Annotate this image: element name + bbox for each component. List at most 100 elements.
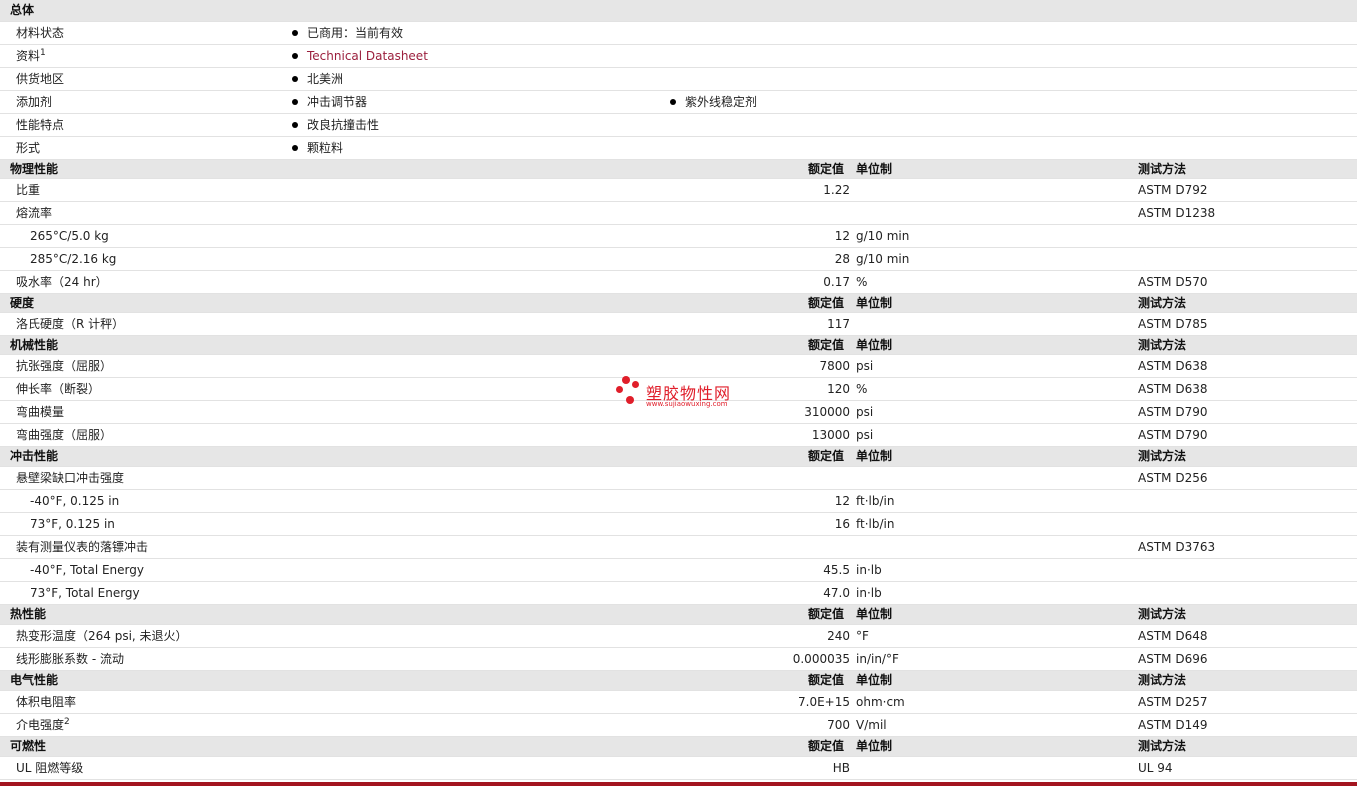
table-row: 资料1 Technical Datasheet [0,45,1357,68]
column-header-unit: 单位制 [856,607,893,621]
column-header-value: 额定值 [808,607,845,621]
property-value: 45.5 [823,563,850,577]
property-label-text: 285°C/2.16 kg [30,252,117,266]
table-row: -40°F, 0.125 in 12 ft·lb/in [0,490,1357,513]
table-row: 73°F, 0.125 in 16 ft·lb/in [0,513,1357,536]
section-title: 总体 [10,3,35,17]
bullet-icon [292,99,298,105]
column-header-unit: 单位制 [856,338,893,352]
property-label: 285°C/2.16 kg [30,248,116,270]
property-label: 资料1 [16,45,46,67]
property-unit: % [856,275,868,289]
property-label-text: 吸水率（24 hr） [16,275,108,289]
property-value[interactable]: Technical Datasheet [292,45,428,67]
property-label: -40°F, Total Energy [30,559,144,581]
property-value: 0.000035 [792,652,850,666]
property-label: 抗张强度（屈服） [16,355,112,377]
test-method: ASTM D1238 [1138,206,1216,220]
table-row: 285°C/2.16 kg 28 g/10 min [0,248,1357,271]
footnote-marker[interactable]: 1 [40,48,46,58]
table-row: 吸水率（24 hr） 0.17% ASTM D570 [0,271,1357,294]
property-label-text: 材料状态 [16,26,65,40]
test-method: ASTM D648 [1138,629,1208,643]
property-label-text: 装有测量仪表的落镖冲击 [16,540,149,554]
section-header: 热性能 额定值 单位制 测试方法 [0,605,1357,625]
watermark-url: www.sujiaowuxing.com [646,400,728,408]
property-label-text: 73°F, Total Energy [30,586,140,600]
property-label: 体积电阻率 [16,691,76,713]
property-unit: g/10 min [856,252,910,266]
property-value: 改良抗撞击性 [292,114,379,136]
table-row: 抗张强度（屈服） 7800 psi ASTM D638 [0,355,1357,378]
section-title: 冲击性能 [10,449,59,463]
table-row: 性能特点 改良抗撞击性 [0,114,1357,137]
property-label: 装有测量仪表的落镖冲击 [16,536,148,558]
property-label-text: 热变形温度（264 psi, 未退火） [16,629,188,643]
section-title: 电气性能 [10,673,59,687]
property-value: 7800 [819,359,850,373]
table-row: 供货地区 北美洲 [0,68,1357,91]
property-label: 弯曲强度（屈服） [16,424,112,446]
table-row: 熔流率 ASTM D1238 [0,202,1357,225]
property-value-text: 已商用：当前有效 [307,26,404,40]
table-row: 洛氏硬度（R 计秤） 117 ASTM D785 [0,313,1357,336]
property-label-text: 供货地区 [16,72,65,86]
table-row: 热变形温度（264 psi, 未退火） 240 °F ASTM D648 [0,625,1357,648]
column-header-value: 额定值 [808,296,845,310]
test-method: ASTM D570 [1138,275,1208,289]
property-label-text: 弯曲模量 [16,405,65,419]
test-method: ASTM D256 [1138,471,1208,485]
bottom-bar [0,782,1357,786]
property-unit: psi [856,405,874,419]
section-header: 硬度 额定值 单位制 测试方法 [0,294,1357,313]
bullet-icon [292,53,298,59]
column-header-test: 测试方法 [1138,162,1187,176]
section-title: 可燃性 [10,739,47,753]
table-row: 弯曲强度（屈服） 13000 psi ASTM D790 [0,424,1357,447]
property-unit: °F [856,629,869,643]
property-label: -40°F, 0.125 in [30,490,119,512]
property-value: 117 [827,317,850,331]
column-header-test: 测试方法 [1138,449,1187,463]
property-unit: ohm·cm [856,695,905,709]
property-label: 吸水率（24 hr） [16,271,108,293]
property-unit: psi [856,359,874,373]
footnote-marker[interactable]: 2 [64,717,70,727]
column-header-unit: 单位制 [856,449,893,463]
section-title: 硬度 [10,296,35,310]
test-method: ASTM D790 [1138,428,1208,442]
datasheet-link[interactable]: Technical Datasheet [307,49,428,63]
property-value: 47.0 [823,586,850,600]
table-row: 材料状态 已商用：当前有效 [0,22,1357,45]
column-header-unit: 单位制 [856,739,893,753]
property-label: 熔流率 [16,202,52,224]
property-label: 介电强度2 [16,714,70,736]
test-method: ASTM D149 [1138,718,1208,732]
table-row: 形式 颗粒料 [0,137,1357,160]
property-value: 冲击调节器 [292,91,367,113]
table-row: -40°F, Total Energy 45.5 in·lb [0,559,1357,582]
column-header-value: 额定值 [808,449,845,463]
property-value: 7.0E+15 [798,695,850,709]
property-unit: % [856,382,868,396]
property-label-text: 265°C/5.0 kg [30,229,109,243]
table-row: 体积电阻率 7.0E+15 ohm·cm ASTM D257 [0,691,1357,714]
section-header: 电气性能 额定值 单位制 测试方法 [0,671,1357,691]
property-label: 73°F, 0.125 in [30,513,115,535]
table-row: 73°F, Total Energy 47.0 in·lb [0,582,1357,605]
column-header-test: 测试方法 [1138,673,1187,687]
property-value: 0.17 [823,275,850,289]
column-header-test: 测试方法 [1138,607,1187,621]
property-label: 添加剂 [16,91,52,113]
property-label: 弯曲模量 [16,401,64,423]
property-label-text: 伸长率（断裂） [16,382,101,396]
property-label-text: 介电强度 [16,718,65,732]
table-row: UL 阻燃等级 HB UL 94 [0,757,1357,780]
table-row: 介电强度2 700 V/mil ASTM D149 [0,714,1357,737]
section-header: 冲击性能 额定值 单位制 测试方法 [0,447,1357,467]
column-header-unit: 单位制 [856,296,893,310]
property-value-text: 颗粒料 [307,141,344,155]
property-value: 12 [834,494,850,508]
property-unit: in/in/°F [856,652,899,666]
property-label-text: 弯曲强度（屈服） [16,428,113,442]
